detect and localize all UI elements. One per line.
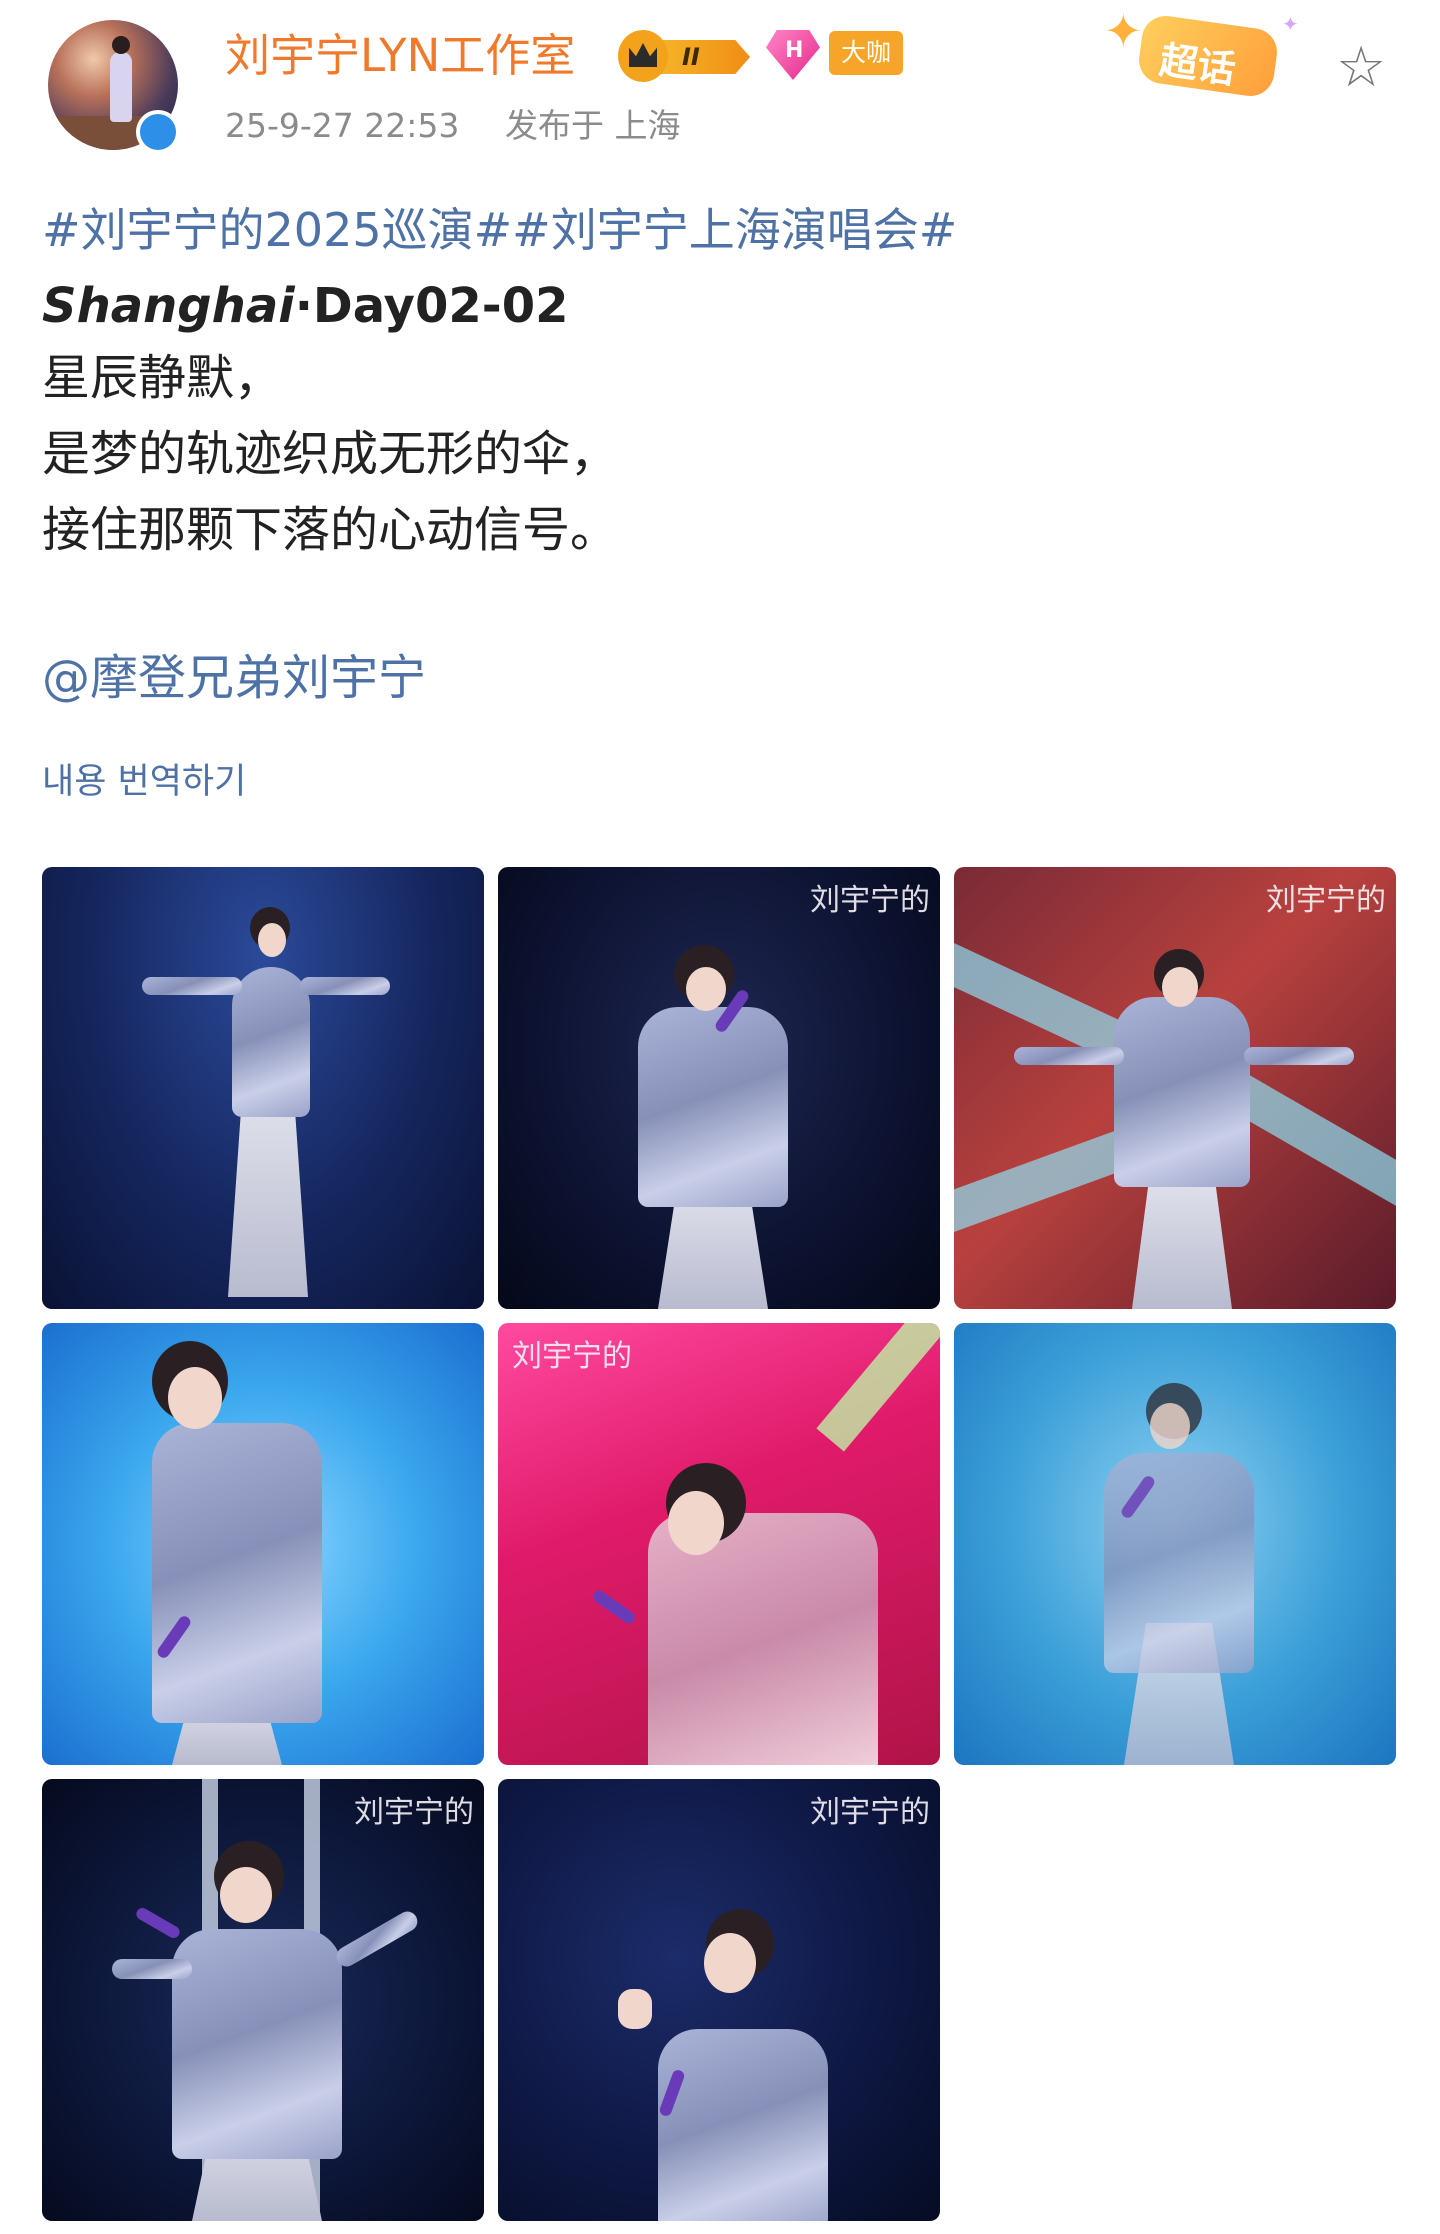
crown-icon: [618, 30, 668, 82]
user-mention-link[interactable]: @摩登兄弟刘宇宁: [42, 648, 426, 708]
author-name[interactable]: 刘宇宁LYN工作室: [225, 26, 575, 86]
fan-level-badge[interactable]: II: [618, 30, 752, 82]
post-text-line: 是梦的轨迹织成无形的伞，: [42, 426, 619, 482]
post-hashtags[interactable]: #刘宇宁的2025巡演##刘宇宁上海演唱会#: [42, 200, 957, 260]
post-title: Shanghai·Day02-02: [42, 278, 569, 334]
post-location: 发布于 上海: [505, 106, 681, 145]
post-text-line: 接住那颗下落的心动信号。: [42, 502, 619, 558]
verified-icon: [136, 110, 180, 154]
translate-content-link[interactable]: 내용 번역하기: [42, 758, 246, 806]
post-text-line: 星辰静默，: [42, 350, 283, 406]
weibo-post: 刘宇宁LYN工作室 II H 大咖 25-9-27 22:53 发布于 上海 ✦…: [0, 0, 1440, 2234]
post-photo-4[interactable]: [42, 1323, 484, 1765]
supertopic-button[interactable]: ✦ 超话 ✦: [1096, 4, 1299, 104]
post-photo-6[interactable]: [954, 1323, 1396, 1765]
sparkle-icon: ✦: [1104, 4, 1143, 58]
post-photo-5[interactable]: 刘宇宁的: [498, 1323, 940, 1765]
post-photo-8[interactable]: 刘宇宁的: [498, 1779, 940, 2221]
post-photo-3[interactable]: 刘宇宁的: [954, 867, 1396, 1309]
post-photo-1[interactable]: [42, 867, 484, 1309]
post-photo-2[interactable]: 刘宇宁的: [498, 867, 940, 1309]
sparkle-small-icon: ✦: [1282, 12, 1299, 36]
post-photo-7[interactable]: 刘宇宁的: [42, 1779, 484, 2221]
dakа-badge[interactable]: 大咖: [829, 31, 904, 75]
favorite-star-icon[interactable]: ☆: [1336, 38, 1386, 98]
post-timestamp: 25-9-27 22:53: [225, 106, 460, 145]
